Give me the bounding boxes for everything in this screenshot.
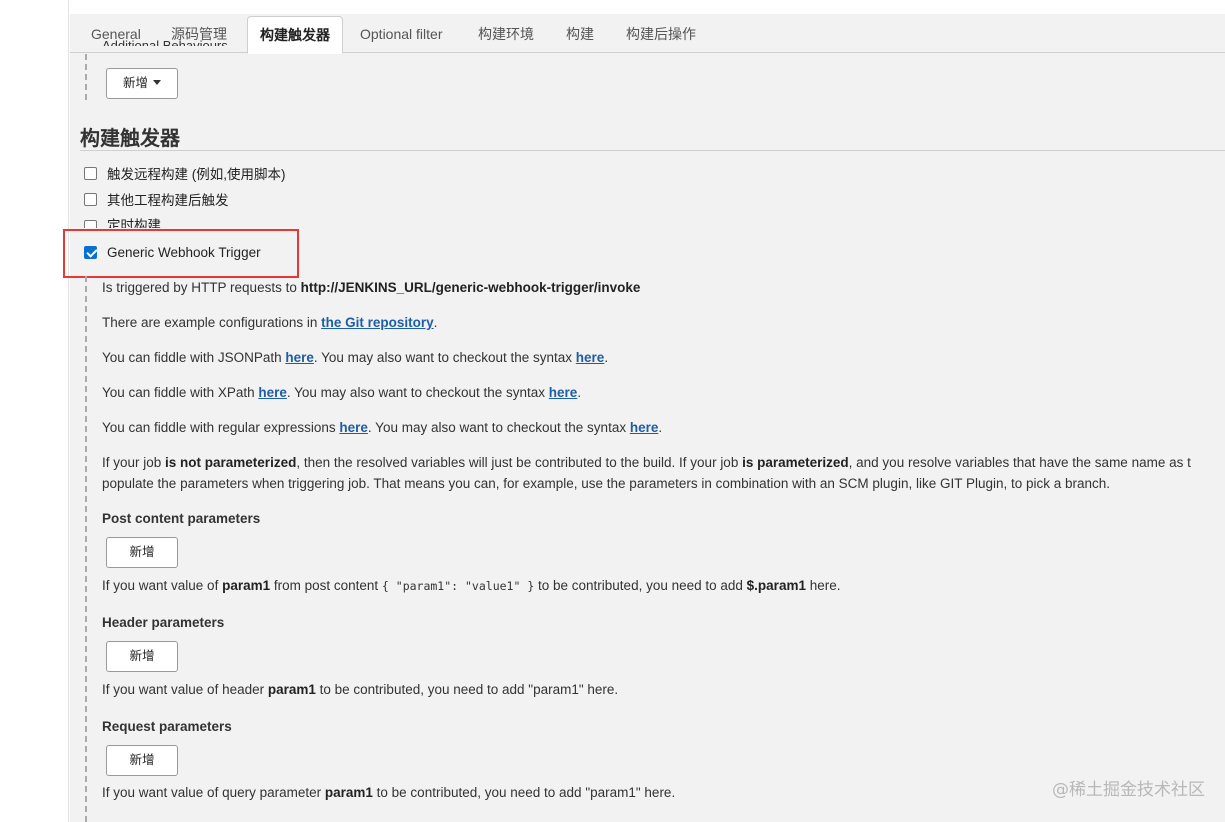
- tab-build[interactable]: 构建: [554, 20, 606, 53]
- help-examples: There are example configurations in the …: [102, 315, 438, 330]
- trigger-remote-checkbox[interactable]: [84, 166, 97, 180]
- generic-webhook-divider: [85, 276, 87, 822]
- tab-optional-filter[interactable]: Optional filter: [348, 20, 454, 53]
- jsonpath-fiddle-link[interactable]: here: [285, 350, 314, 365]
- tab-build-environment[interactable]: 构建环境: [466, 20, 546, 53]
- request-params-desc: If you want value of query parameter par…: [102, 785, 676, 800]
- tab-post-build[interactable]: 构建后操作: [614, 20, 708, 53]
- section-title: 构建触发器: [80, 128, 180, 150]
- config-panel: General 源码管理 构建触发器 Optional filter 构建环境 …: [63, 14, 1225, 822]
- trigger-remote-label[interactable]: 触发远程构建 (例如,使用脚本): [107, 163, 286, 183]
- top-strip: [0, 0, 1225, 14]
- jsonpath-syntax-link[interactable]: here: [576, 350, 605, 365]
- help-parameterized-line2: populate the parameters when triggering …: [102, 476, 1111, 491]
- invoke-url: http://JENKINS_URL/generic-webhook-trigg…: [300, 280, 641, 295]
- add-dropdown-label: 新增: [122, 76, 148, 90]
- caret-down-icon: [153, 80, 161, 85]
- add-header-param-button[interactable]: 新增: [106, 641, 178, 672]
- header-params-heading: Header parameters: [102, 615, 225, 630]
- watermark: @稀土掘金技术社区: [1052, 780, 1205, 800]
- post-content-desc: If you want value of param1 from post co…: [102, 578, 841, 593]
- request-params-heading: Request parameters: [102, 719, 232, 734]
- trigger-timer-label[interactable]: 定时构建: [107, 216, 161, 228]
- add-behaviour-dropdown[interactable]: 新增: [106, 68, 178, 99]
- tab-bar: General 源码管理 构建触发器 Optional filter 构建环境 …: [70, 14, 1225, 54]
- highlight-annotation-box: [63, 229, 299, 278]
- xpath-fiddle-link[interactable]: here: [258, 385, 287, 400]
- tab-scm[interactable]: 源码管理: [159, 20, 239, 53]
- help-jsonpath: You can fiddle with JSONPath here. You m…: [102, 350, 609, 365]
- trigger-upstream-label[interactable]: 其他工程构建后触发: [107, 189, 229, 209]
- add-post-content-button[interactable]: 新增: [106, 537, 178, 568]
- section-rule: [80, 150, 1225, 151]
- xpath-syntax-link[interactable]: here: [549, 385, 578, 400]
- trigger-upstream-checkbox[interactable]: [84, 192, 97, 206]
- section-divider: [85, 54, 87, 100]
- trigger-timer-checkbox[interactable]: [84, 220, 97, 228]
- add-request-param-button[interactable]: 新增: [106, 745, 178, 776]
- tab-build-triggers[interactable]: 构建触发器: [247, 16, 343, 54]
- regex-syntax-link[interactable]: here: [630, 420, 659, 435]
- regex-fiddle-link[interactable]: here: [339, 420, 368, 435]
- trigger-upstream-row[interactable]: 其他工程构建后触发: [84, 189, 229, 209]
- left-gutter: [0, 0, 69, 822]
- tab-general[interactable]: General: [79, 20, 153, 53]
- help-parameterized-line1: If your job is not parameterized, then t…: [102, 455, 1191, 470]
- post-content-heading: Post content parameters: [102, 511, 261, 526]
- additional-behaviours-label: Additional Behaviours: [102, 40, 228, 46]
- header-params-desc: If you want value of header param1 to be…: [102, 682, 619, 697]
- trigger-timer-row[interactable]: 定时构建: [84, 216, 161, 228]
- help-triggered: Is triggered by HTTP requests to http://…: [102, 280, 641, 295]
- help-xpath: You can fiddle with XPath here. You may …: [102, 385, 582, 400]
- help-regex: You can fiddle with regular expressions …: [102, 420, 663, 435]
- trigger-remote-row[interactable]: 触发远程构建 (例如,使用脚本): [84, 163, 286, 183]
- git-repository-link[interactable]: the Git repository: [321, 315, 434, 330]
